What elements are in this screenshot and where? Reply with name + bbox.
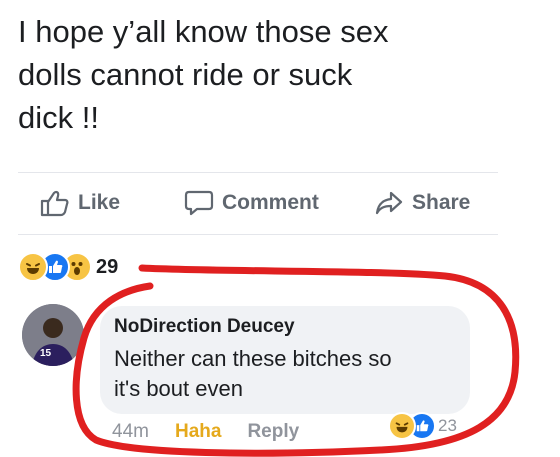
like-label: Like (78, 191, 121, 214)
share-button[interactable]: Share (374, 180, 470, 226)
comment-label: Comment (222, 191, 319, 214)
post-text: I hope y’all know those sex dolls cannot… (18, 14, 389, 135)
comment-button[interactable]: Comment (184, 180, 319, 226)
thumbs-up-icon (40, 190, 69, 217)
share-icon (375, 191, 403, 215)
divider-top (18, 172, 498, 173)
avatar-jersey-number: 15 (40, 348, 52, 359)
comment-meta: 44m Haha Reply (112, 421, 299, 443)
comment-text: Neither can these bitches so it's bout e… (114, 346, 392, 401)
reaction-count: 29 (96, 255, 119, 278)
comment-bubble: NoDirection Deucey Neither can these bit… (100, 306, 470, 414)
comment-author[interactable]: NoDirection Deucey (114, 316, 295, 338)
haha-icon (18, 252, 48, 282)
like-button[interactable]: Like (40, 180, 120, 226)
comment-icon (184, 190, 214, 216)
reaction-summary[interactable]: 29 (18, 252, 118, 282)
share-label: Share (412, 191, 471, 214)
avatar[interactable]: 15 (22, 304, 84, 366)
comment-reaction-count: 23 (438, 416, 457, 435)
comment-reply-button[interactable]: Reply (247, 421, 299, 443)
divider-bottom (18, 234, 498, 235)
post-actions-bar: Like Comment Share (18, 180, 498, 226)
comment-reactions[interactable]: 23 (388, 412, 457, 440)
comment-haha-icon (388, 412, 416, 440)
comment-haha-button[interactable]: Haha (175, 421, 221, 443)
comment-timestamp[interactable]: 44m (112, 421, 149, 443)
